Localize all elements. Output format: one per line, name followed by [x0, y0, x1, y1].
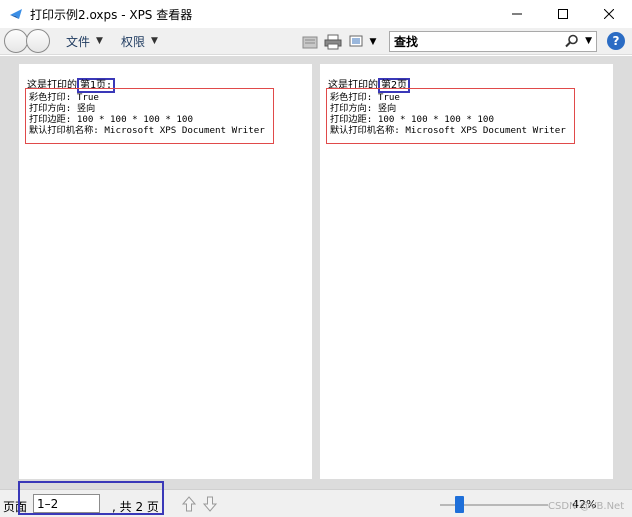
watermark: CSDN @VB.Net	[548, 501, 625, 512]
arrow-up-icon	[182, 496, 196, 512]
file-menu-label: 文件	[66, 34, 91, 49]
chevron-down-icon: ▼	[150, 36, 158, 46]
print-info-box: 彩色打印: True 打印方向: 竖向 打印边距: 100 * 100 * 10…	[326, 88, 575, 144]
arrow-down-icon	[203, 496, 217, 512]
permissions-menu-label: 权限	[120, 34, 145, 49]
search-input[interactable]	[394, 34, 554, 49]
window-controls	[494, 0, 632, 28]
document-viewer[interactable]: 这是打印的 第1页: 彩色打印: True 打印方向: 竖向 打印边距: 100 …	[0, 56, 632, 489]
print-icon	[324, 34, 342, 50]
chevron-down-icon: ▼	[96, 36, 103, 46]
back-forward-icon[interactable]	[4, 29, 50, 53]
app-icon	[10, 9, 22, 19]
close-icon	[604, 9, 614, 19]
zoom-slider-thumb[interactable]	[455, 496, 464, 513]
next-page-button[interactable]	[202, 495, 218, 513]
maximize-icon	[558, 9, 568, 19]
help-icon[interactable]: ?	[607, 32, 625, 50]
view-options-button[interactable]: ▼	[347, 32, 377, 52]
folder-icon	[302, 36, 318, 49]
maximize-button[interactable]	[540, 0, 586, 28]
back-button[interactable]	[4, 29, 28, 53]
page-indicator-highlight	[18, 481, 164, 515]
minimize-icon	[512, 13, 522, 15]
orientation-line: 打印方向: 竖向	[29, 103, 96, 114]
color-print-line: 彩色打印: True	[29, 92, 99, 103]
document-page-1: 这是打印的 第1页: 彩色打印: True 打印方向: 竖向 打印边距: 100 …	[19, 64, 312, 479]
color-print-line: 彩色打印: True	[330, 92, 400, 103]
orientation-line: 打印方向: 竖向	[330, 103, 397, 114]
margin-line: 打印边距: 100 * 100 * 100 * 100	[330, 114, 494, 125]
forward-button[interactable]	[26, 29, 50, 53]
margin-line: 打印边距: 100 * 100 * 100 * 100	[29, 114, 193, 125]
chevron-down-icon: ▼	[369, 37, 377, 47]
chevron-down-icon[interactable]: ▼	[585, 36, 592, 46]
search-box[interactable]: ▼	[389, 31, 597, 52]
minimize-button[interactable]	[494, 0, 540, 28]
window-title: 打印示例2.oxps - XPS 查看器	[30, 7, 193, 22]
previous-page-button[interactable]	[181, 495, 197, 513]
search-controls: ▼	[565, 34, 592, 48]
document-page-2: 这是打印的 第2页 彩色打印: True 打印方向: 竖向 打印边距: 100 *…	[320, 64, 613, 479]
print-button[interactable]	[323, 32, 343, 52]
printer-name-line: 默认打印机名称: Microsoft XPS Document Writer	[330, 125, 566, 136]
view-options-icon	[349, 35, 363, 47]
title-bar: 打印示例2.oxps - XPS 查看器	[0, 0, 632, 28]
permissions-menu[interactable]: 权限 ▼	[121, 33, 158, 50]
print-info-box: 彩色打印: True 打印方向: 竖向 打印边距: 100 * 100 * 10…	[25, 88, 274, 144]
printer-name-line: 默认打印机名称: Microsoft XPS Document Writer	[29, 125, 265, 136]
file-menu[interactable]: 文件 ▼	[66, 33, 103, 50]
folder-button[interactable]	[300, 32, 320, 52]
search-icon[interactable]	[565, 34, 579, 48]
close-button[interactable]	[586, 0, 632, 28]
